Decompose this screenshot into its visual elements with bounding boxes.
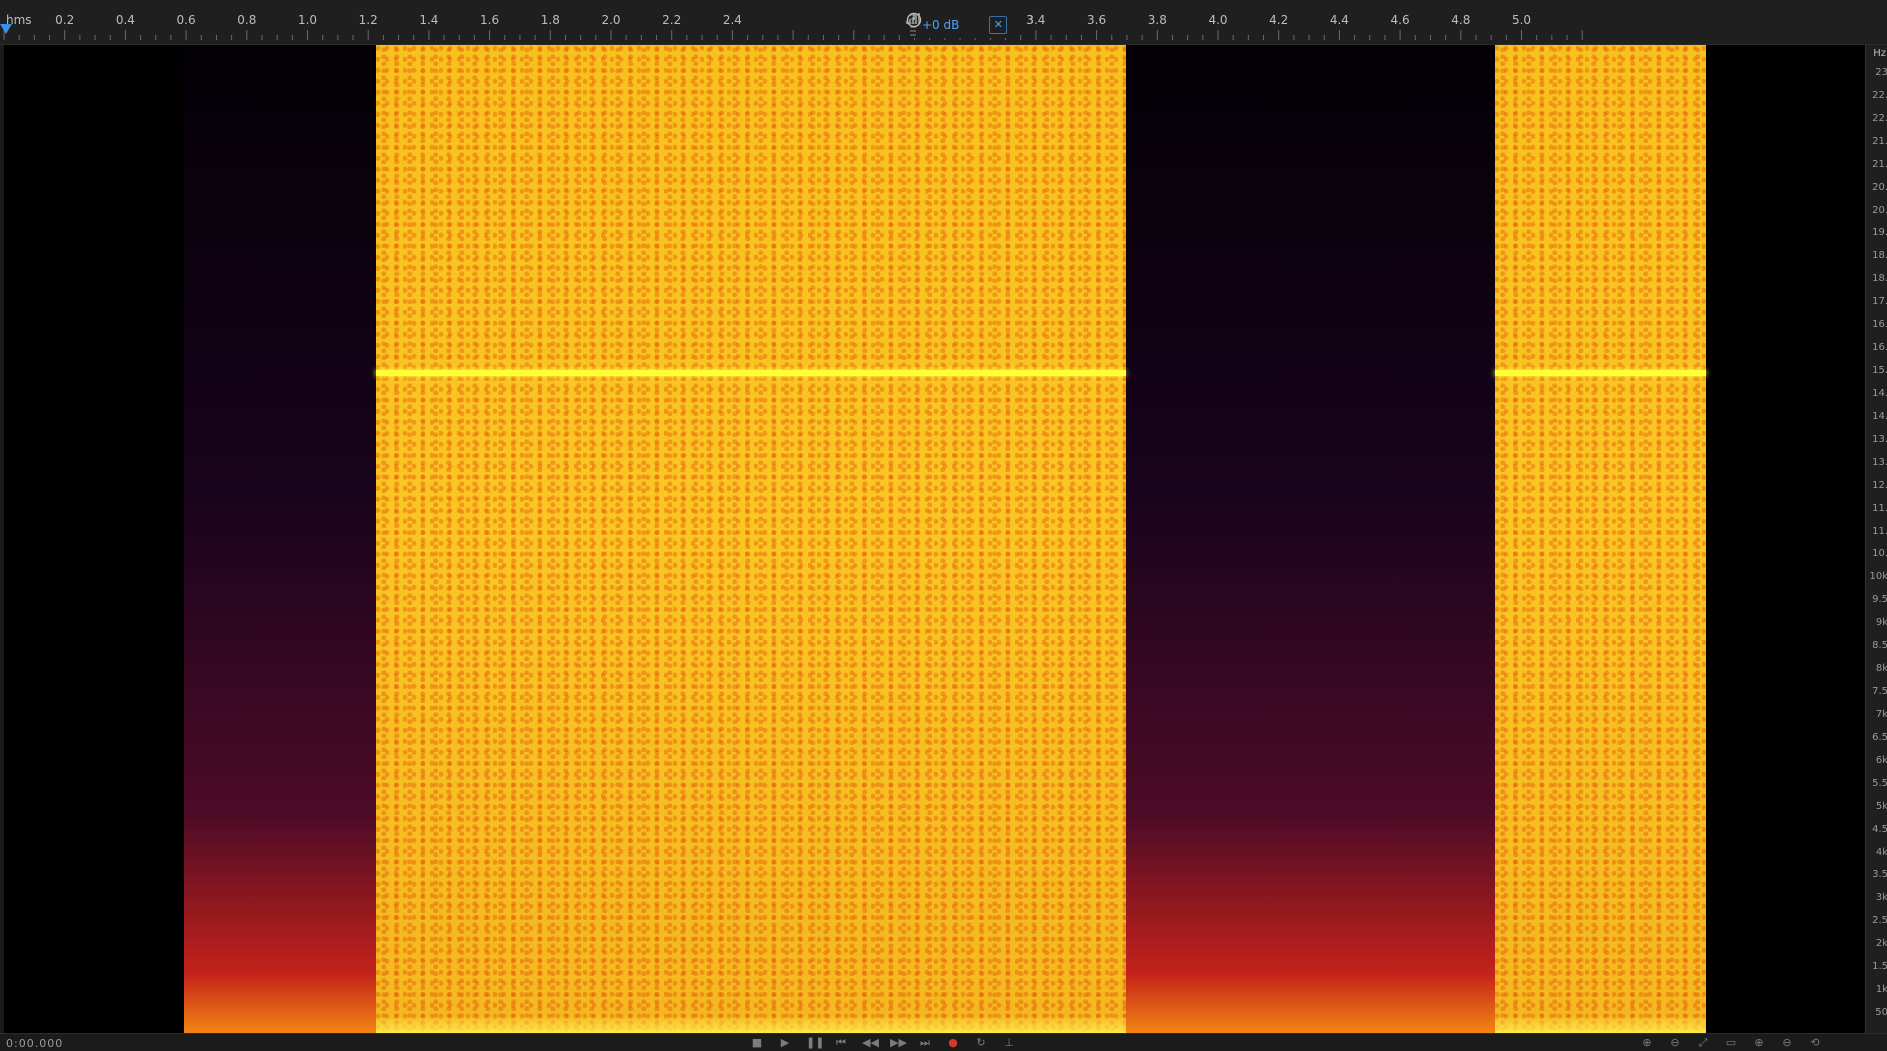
frequency-tick-label: 21. xyxy=(1872,158,1887,170)
frequency-tick-label: 21. xyxy=(1872,135,1887,147)
frequency-tick-label: 8.5 xyxy=(1872,640,1887,652)
frequency-tick-label: 14. xyxy=(1872,387,1887,399)
zoom-selection-icon[interactable]: ▭ xyxy=(1724,1036,1738,1049)
zoom-out-time-icon[interactable]: ⊖ xyxy=(1668,1036,1682,1049)
ruler-tick-label: 1.4 xyxy=(419,13,439,27)
frequency-tick-label: 9k xyxy=(1875,617,1887,629)
frequency-tick-label: 2.5 xyxy=(1872,915,1887,927)
frequency-tick-label: 11. xyxy=(1872,525,1887,537)
frequency-tick-label: 12. xyxy=(1872,479,1887,491)
ruler-tick-label: 3 xyxy=(1026,13,1034,27)
ruler-tick-label: 1.0 xyxy=(297,13,318,27)
speech-segment xyxy=(1126,45,1499,1033)
zoom-out-freq-icon[interactable]: ⊖ xyxy=(1780,1036,1794,1049)
noise-segment xyxy=(1495,45,1706,1033)
timeline-ruler[interactable]: hms 0.2 0.4 0.6 0.8 1.0 1.2 1.4 1.6 1.8 2.0 2.2 2.4… xyxy=(0,0,1887,45)
frequency-axis[interactable]: Hz 23 22. 22. 21. 21. 20. 20. 19. 18. 18. 17. 16. 16… xyxy=(1865,45,1887,1033)
frequency-tick-label: 16. xyxy=(1872,319,1887,331)
ruler-tick-label: 2.2 xyxy=(662,13,682,27)
frequency-tick-label: 8k xyxy=(1875,663,1887,675)
frequency-tick-label: 19. xyxy=(1872,227,1887,239)
zoom-reset-icon[interactable]: ⟲ xyxy=(1808,1036,1822,1049)
frequency-tick-label: 18. xyxy=(1872,273,1887,285)
forward-icon[interactable]: ▶▶ xyxy=(890,1036,907,1049)
ruler-tick-label: 3.8 xyxy=(1147,13,1167,27)
ruler-tick-label: 4.4 xyxy=(1329,13,1349,27)
frequency-tick-label: 13. xyxy=(1872,433,1887,445)
frequency-tick-label: 17. xyxy=(1872,296,1887,308)
ruler-tick-label: 0.6 xyxy=(176,13,196,27)
frequency-tick-label: 14. xyxy=(1872,410,1887,422)
zoom-in-freq-icon[interactable]: ⊕ xyxy=(1752,1036,1766,1049)
frequency-tick-label: 4k xyxy=(1875,846,1887,858)
ruler-tick-label: 1.2 xyxy=(358,13,378,27)
ruler-tick-label: 5.0 xyxy=(1511,13,1532,27)
ruler-tick-label: 3.6 xyxy=(1087,13,1107,27)
frequency-tick-label: 50 xyxy=(1875,1007,1887,1018)
transport-bar: 0:00.000 ■ ▶ ❚❚ ⏮ ◀◀ ▶▶ ⏭ ● ↻ ⊥ ⊕ ⊖ ⤢ ▭ ⊕ ⊖ ⟲ xyxy=(0,1033,1887,1051)
ruler-tick-label: 0.2 xyxy=(55,13,75,27)
ruler-tick-label: 4.2 xyxy=(1269,13,1289,27)
frequency-tick-label: 1k xyxy=(1875,984,1887,996)
playhead-icon[interactable] xyxy=(0,24,12,34)
frequency-tick-label: 20. xyxy=(1872,181,1887,193)
frequency-tick-label: 13. xyxy=(1872,456,1887,468)
frequency-tick-label: 6k xyxy=(1875,754,1887,766)
ruler-tick-label: 0.4 xyxy=(115,13,135,27)
clip-icon[interactable]: ⊥ xyxy=(1002,1036,1016,1049)
frequency-unit-label: Hz xyxy=(1873,48,1886,59)
frequency-tick-label: 6.5 xyxy=(1872,731,1887,743)
frequency-tick-label: 7.5 xyxy=(1872,686,1887,698)
ruler-tick-label: 4.8 xyxy=(1451,13,1471,27)
ruler-tick-label: 2.0 xyxy=(601,13,621,27)
zoom-full-icon[interactable]: ⤢ xyxy=(1696,1036,1710,1049)
frequency-tick-label: 22. xyxy=(1872,112,1887,124)
frequency-tick-label: 1.5 xyxy=(1872,961,1887,973)
ruler-tick-label: 4.0 xyxy=(1208,13,1228,27)
time-readout: 0:00.000 xyxy=(6,1037,64,1050)
ruler-tick-label: 4.6 xyxy=(1390,13,1410,27)
zoom-in-time-icon[interactable]: ⊕ xyxy=(1640,1036,1654,1049)
ruler-tick-label: 2.4 xyxy=(722,13,742,27)
skip-forward-icon[interactable]: ⏭ xyxy=(918,1036,932,1049)
stop-icon[interactable]: ■ xyxy=(750,1036,764,1049)
tone-line xyxy=(376,370,1126,376)
ruler-tick-label: 0.8 xyxy=(237,13,257,27)
frequency-tick-label: 3.5 xyxy=(1872,869,1887,881)
frequency-tick-label: 5k xyxy=(1875,800,1887,812)
frequency-tick-label: 18. xyxy=(1872,250,1887,262)
frequency-tick-label: 16. xyxy=(1872,342,1887,354)
noise-segment xyxy=(376,45,1126,1033)
ruler-mini-toolbar: +0 dB ✕ xyxy=(906,12,1012,38)
gain-readout[interactable]: +0 dB xyxy=(922,18,959,32)
low-frequency-band xyxy=(376,1015,1126,1033)
frequency-tick-label: 3k xyxy=(1875,892,1887,904)
pin-icon[interactable]: ✕ xyxy=(989,16,1008,34)
frequency-tick-label: 11. xyxy=(1872,502,1887,514)
skip-back-icon[interactable]: ⏮ xyxy=(834,1036,848,1049)
frequency-tick-label: 9.5 xyxy=(1872,594,1887,606)
low-frequency-band xyxy=(1495,1015,1706,1033)
frequency-tick-label: 23 xyxy=(1875,67,1887,78)
play-icon[interactable]: ▶ xyxy=(778,1036,792,1049)
spectrogram-view[interactable] xyxy=(4,45,1865,1033)
frequency-tick-label: 15. xyxy=(1872,365,1887,377)
ruler-tick-label: 1.6 xyxy=(480,13,500,27)
ruler-tick-label: 1.8 xyxy=(540,13,560,27)
pause-icon[interactable]: ❚❚ xyxy=(806,1036,824,1049)
rewind-icon[interactable]: ◀◀ xyxy=(862,1036,879,1049)
frequency-tick-label: 2k xyxy=(1875,938,1887,950)
dial-icon[interactable] xyxy=(906,12,922,28)
frequency-tick-label: 22. xyxy=(1872,89,1887,101)
tone-line xyxy=(1495,370,1706,376)
frequency-tick-label: 10k xyxy=(1869,571,1887,583)
frequency-tick-label: 10. xyxy=(1872,548,1887,560)
frequency-tick-label: 4.5 xyxy=(1872,823,1887,835)
frequency-tick-label: 7k xyxy=(1875,708,1887,720)
record-icon[interactable]: ● xyxy=(946,1036,960,1049)
speech-segment xyxy=(184,45,380,1033)
frequency-tick-label: 5.5 xyxy=(1872,777,1887,789)
frequency-tick-label: 20. xyxy=(1872,204,1887,216)
loop-icon[interactable]: ↻ xyxy=(974,1036,988,1049)
